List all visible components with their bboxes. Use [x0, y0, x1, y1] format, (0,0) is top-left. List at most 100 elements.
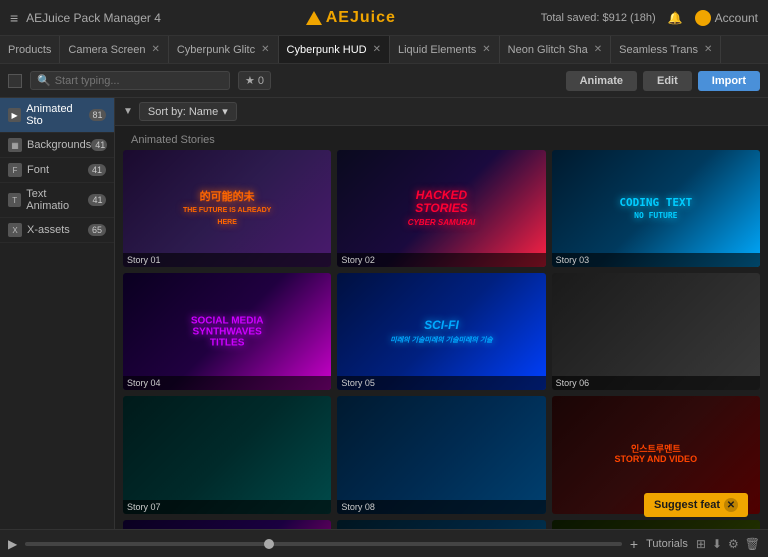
sidebar-backgrounds-badge: 41: [91, 139, 107, 151]
search-icon: 🔍: [37, 74, 51, 87]
tab-products-label: Products: [8, 44, 51, 56]
font-icon: F: [8, 163, 22, 177]
grid-item-story-08[interactable]: Story 08: [337, 396, 545, 513]
story-04-text: SOCIAL MEDIASYNTHWAVES TITLES: [175, 315, 279, 348]
toolbar-right: Animate Edit Import: [566, 71, 760, 91]
sidebar-backgrounds-label: Backgrounds: [27, 139, 91, 151]
tab-cyberpunk-hud[interactable]: Cyberpunk HUD ✕: [279, 36, 390, 63]
tab-neon-glitch[interactable]: Neon Glitch Sha ✕: [500, 36, 612, 63]
tutorials-button[interactable]: Tutorials: [646, 538, 688, 550]
expand-icon[interactable]: ▼: [123, 106, 133, 117]
story-08-label: Story 08: [337, 500, 545, 514]
tab-cyberpunk-hud-close[interactable]: ✕: [373, 44, 381, 55]
account-avatar: [695, 10, 711, 26]
sidebar-item-backgrounds[interactable]: ▦ Backgrounds 41: [0, 133, 114, 158]
grid-item-story-02[interactable]: HACKED STORIESCYBER SAMURAI Story 02: [337, 150, 545, 267]
tab-cyberpunk-glitch[interactable]: Cyberpunk Glitc ✕: [169, 36, 279, 63]
tab-cyberpunk-hud-label: Cyberpunk HUD: [287, 44, 367, 56]
grid-item-story-07[interactable]: Story 07: [123, 396, 331, 513]
timeline-slider[interactable]: [25, 542, 622, 546]
section-label: Animated Stories: [123, 130, 760, 150]
edit-button[interactable]: Edit: [643, 71, 692, 91]
sidebar-item-xassets[interactable]: X X-assets 65: [0, 218, 114, 243]
settings-icon[interactable]: ⚙: [728, 537, 739, 551]
grid-item-story-04[interactable]: SOCIAL MEDIASYNTHWAVES TITLES Story 04: [123, 273, 331, 390]
star-filter-button[interactable]: ★ 0: [238, 71, 271, 90]
grid-item-story-03[interactable]: CODING TEXTNO FUTURE Story 03: [552, 150, 760, 267]
story-01-label: Story 01: [123, 253, 331, 267]
logo-triangle-icon: [306, 11, 322, 25]
trash-icon[interactable]: 🗑: [745, 537, 760, 551]
tab-liquid-elements[interactable]: Liquid Elements ✕: [390, 36, 500, 63]
sidebar-xassets-label: X-assets: [27, 224, 70, 236]
story-06-label: Story 06: [552, 376, 760, 390]
sidebar-font-badge: 41: [88, 164, 106, 176]
tab-cyberpunk-glitch-label: Cyberpunk Glitc: [177, 44, 255, 56]
sidebar-animated-stories-label: Animated Sto: [26, 103, 88, 127]
account-button[interactable]: Account: [695, 10, 758, 26]
play-button[interactable]: ▶: [8, 537, 17, 551]
select-all-checkbox[interactable]: [8, 74, 22, 88]
app-title: AEJuice Pack Manager 4: [26, 11, 161, 25]
grid-item-story-10[interactable]: TECHNOEVENTPROMO: [123, 520, 331, 529]
tab-seamless-trans-label: Seamless Trans: [619, 44, 698, 56]
animate-button[interactable]: Animate: [566, 71, 637, 91]
grid-item-story-01[interactable]: 的可能的未THE FUTURE IS ALREADY HERE Story 01: [123, 150, 331, 267]
backgrounds-icon: ▦: [8, 138, 22, 152]
bell-icon[interactable]: 🔔: [668, 11, 683, 25]
animated-stories-icon: ▶: [8, 108, 21, 122]
tab-cyberpunk-glitch-close[interactable]: ✕: [261, 44, 269, 55]
grid-container: Animated Stories 的可能的未THE FUTURE IS ALRE…: [115, 126, 768, 529]
tab-neon-glitch-label: Neon Glitch Sha: [508, 44, 588, 56]
sidebar-item-text-animation[interactable]: T Text Animatio 41: [0, 183, 114, 218]
sidebar-font-label: Font: [27, 164, 49, 176]
sidebar-item-font[interactable]: F Font 41: [0, 158, 114, 183]
sidebar-animated-stories-badge: 81: [89, 109, 106, 121]
download-icon[interactable]: ⬇: [712, 537, 722, 551]
suggest-feature-close[interactable]: ✕: [724, 498, 738, 512]
total-saved-label: Total saved: $912 (18h): [541, 12, 656, 24]
main-area: ▶ Animated Sto 81 ▦ Backgrounds 41 F Fon…: [0, 98, 768, 529]
story-05-label: Story 05: [337, 376, 545, 390]
xassets-icon: X: [8, 223, 22, 237]
suggest-feature-button[interactable]: Suggest feat ✕: [644, 493, 748, 517]
grid-item-story-11[interactable]: NEW FASHIONPROMO STORIES: [337, 520, 545, 529]
logo-text: AEJuice: [326, 9, 396, 27]
hamburger-menu-icon[interactable]: ≡: [10, 10, 18, 26]
sidebar-item-animated-stories[interactable]: ▶ Animated Sto 81: [0, 98, 114, 133]
bottom-bar: ▶ + Tutorials ⊞ ⬇ ⚙ 🗑: [0, 529, 768, 557]
sidebar-text-animation-label: Text Animatio: [26, 188, 88, 212]
grid-item-story-05[interactable]: SCI-FI미래의 기술미래의 기술미래의 기술 Story 05: [337, 273, 545, 390]
tab-seamless-trans-close[interactable]: ✕: [704, 44, 712, 55]
top-bar-right: Total saved: $912 (18h) 🔔 Account: [541, 10, 758, 26]
grid-view-icon[interactable]: ⊞: [696, 537, 706, 551]
logo-area: AEJuice: [306, 9, 396, 27]
tab-camera-screen-close[interactable]: ✕: [151, 44, 159, 55]
import-button[interactable]: Import: [698, 71, 760, 91]
tab-camera-screen-label: Camera Screen: [68, 44, 145, 56]
story-02-label: Story 02: [337, 253, 545, 267]
story-02-text: HACKED STORIESCYBER SAMURAI: [389, 189, 493, 229]
tab-products[interactable]: Products: [0, 36, 60, 63]
search-input[interactable]: [55, 75, 223, 87]
timeline-thumb[interactable]: [264, 539, 274, 549]
sidebar-xassets-badge: 65: [88, 224, 106, 236]
content-grid: 的可能的未THE FUTURE IS ALREADY HERE Story 01…: [123, 150, 760, 529]
grid-item-story-06[interactable]: Story 06: [552, 273, 760, 390]
add-button[interactable]: +: [630, 536, 638, 552]
text-animation-icon: T: [8, 193, 21, 207]
tab-camera-screen[interactable]: Camera Screen ✕: [60, 36, 168, 63]
story-03-text: CODING TEXTNO FUTURE: [619, 196, 692, 220]
sort-button[interactable]: Sort by: Name ▾: [139, 102, 237, 121]
tab-seamless-trans[interactable]: Seamless Trans ✕: [611, 36, 721, 63]
star-filter-label: ★ 0: [245, 74, 264, 87]
story-05-text: SCI-FI미래의 기술미래의 기술미래의 기술: [390, 319, 492, 345]
search-box[interactable]: 🔍: [30, 71, 230, 90]
suggest-feature-label: Suggest feat: [654, 499, 720, 511]
content-area: ▼ Sort by: Name ▾ Animated Stories 的可能的未…: [115, 98, 768, 529]
tab-liquid-elements-close[interactable]: ✕: [482, 44, 490, 55]
tab-neon-glitch-close[interactable]: ✕: [594, 44, 602, 55]
story-03-label: Story 03: [552, 253, 760, 267]
grid-item-story-12[interactable]: [552, 520, 760, 529]
sort-label: Sort by: Name: [148, 106, 218, 118]
